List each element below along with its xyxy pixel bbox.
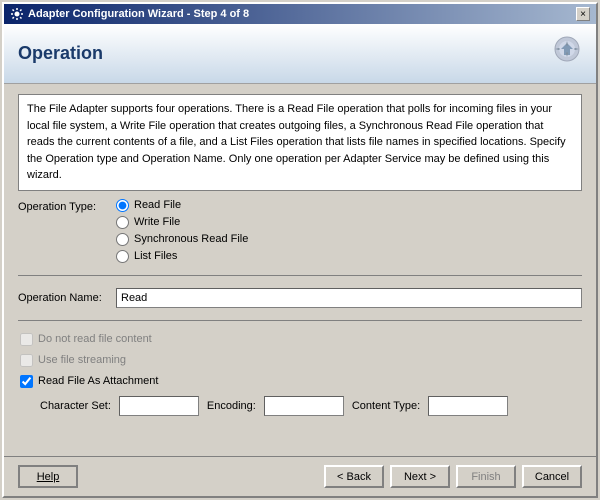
radio-write-file-input[interactable] (116, 216, 129, 229)
radio-list-files-label: List Files (134, 250, 177, 262)
char-set-label: Character Set: (40, 400, 111, 412)
content-type-label: Content Type: (352, 400, 420, 412)
char-set-input[interactable] (119, 396, 199, 416)
description-box: The File Adapter supports four operation… (18, 94, 582, 191)
help-button[interactable]: Help (18, 465, 78, 488)
do-not-read-checkbox-row: Do not read file content (18, 333, 582, 346)
radio-sync-read-file-input[interactable] (116, 233, 129, 246)
do-not-read-file-checkbox[interactable] (20, 333, 33, 346)
next-button[interactable]: Next > (390, 465, 450, 488)
footer: Help < Back Next > Finish Cancel (4, 456, 596, 496)
divider-1 (18, 275, 582, 276)
use-file-streaming-label: Use file streaming (38, 354, 126, 366)
operation-type-label: Operation Type: (18, 199, 108, 213)
radio-write-file[interactable]: Write File (116, 216, 248, 229)
radio-list-files-input[interactable] (116, 250, 129, 263)
read-as-attachment-checkbox[interactable] (20, 375, 33, 388)
gear-icon (10, 7, 24, 21)
page-title: Operation (18, 43, 103, 64)
radio-read-file-input[interactable] (116, 199, 129, 212)
finish-button[interactable]: Finish (456, 465, 516, 488)
content-type-input[interactable] (428, 396, 508, 416)
operation-name-input[interactable] (116, 288, 582, 308)
radio-write-file-label: Write File (134, 216, 180, 228)
radio-read-file-label: Read File (134, 199, 181, 211)
do-not-read-file-label: Do not read file content (38, 333, 152, 345)
wizard-header-icon (532, 29, 582, 79)
operation-name-label: Operation Name: (18, 292, 108, 304)
radio-sync-read-file-label: Synchronous Read File (134, 233, 248, 245)
cancel-button[interactable]: Cancel (522, 465, 582, 488)
operation-name-row: Operation Name: (18, 288, 582, 308)
char-encoding-row: Character Set: Encoding: Content Type: (18, 396, 582, 416)
file-streaming-checkbox-row: Use file streaming (18, 354, 582, 367)
encoding-label: Encoding: (207, 400, 256, 412)
title-bar-text: Adapter Configuration Wizard - Step 4 of… (28, 8, 249, 20)
close-button[interactable]: × (576, 7, 590, 21)
description-text: The File Adapter supports four operation… (27, 103, 566, 181)
radio-read-file[interactable]: Read File (116, 199, 248, 212)
read-as-attachment-checkbox-row: Read File As Attachment (18, 375, 582, 388)
back-button[interactable]: < Back (324, 465, 384, 488)
read-as-attachment-label: Read File As Attachment (38, 375, 158, 387)
radio-sync-read-file[interactable]: Synchronous Read File (116, 233, 248, 246)
title-bar: Adapter Configuration Wizard - Step 4 of… (10, 7, 249, 21)
encoding-input[interactable] (264, 396, 344, 416)
radio-list-files[interactable]: List Files (116, 250, 248, 263)
divider-2 (18, 320, 582, 321)
operation-type-radio-group: Read File Write File Synchronous Read Fi… (116, 199, 248, 263)
use-file-streaming-checkbox[interactable] (20, 354, 33, 367)
